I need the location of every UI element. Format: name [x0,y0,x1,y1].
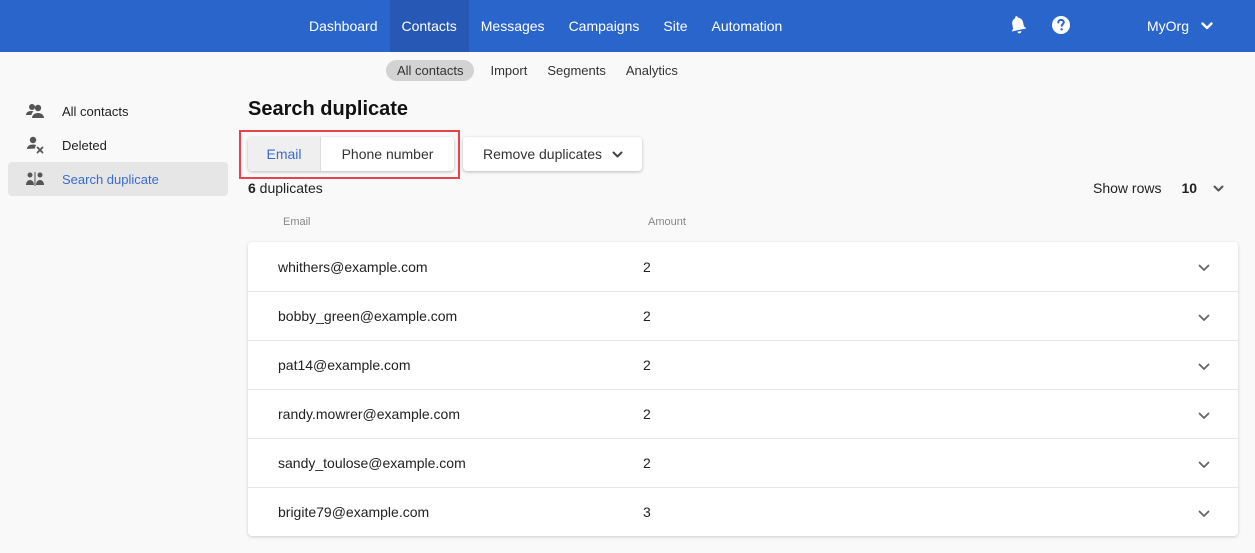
sidebar-item-label: Deleted [62,137,107,153]
nav-messages[interactable]: Messages [469,0,557,52]
bell-icon[interactable] [1008,15,1028,35]
nav-site[interactable]: Site [651,0,699,52]
row-amount: 2 [643,308,651,324]
row-amount: 2 [643,455,651,471]
duplicate-users-icon [25,170,45,188]
table-row[interactable]: randy.mowrer@example.com 2 [248,389,1238,438]
search-by-toggle: Email Phone number [248,137,454,171]
sidebar-item-deleted[interactable]: Deleted [8,128,228,162]
table-row[interactable]: whithers@example.com 2 [248,242,1238,291]
show-rows-select[interactable]: 10 [1181,180,1197,196]
email-toggle-button[interactable]: Email [248,137,321,171]
show-rows-label: Show rows [1093,180,1162,196]
duplicates-count: 6 duplicates [248,180,323,196]
sidebar-item-label: All contacts [62,103,129,119]
sidebar-item-search-duplicate[interactable]: Search duplicate [8,162,228,196]
phone-number-toggle-button[interactable]: Phone number [321,137,454,171]
row-amount: 2 [643,406,651,422]
chevron-down-icon[interactable] [1196,508,1212,520]
duplicates-count-number: 6 [248,180,256,196]
remove-duplicates-label: Remove duplicates [483,146,603,162]
row-email: brigite79@example.com [278,504,430,520]
table-row[interactable]: pat14@example.com 2 [248,340,1238,389]
show-rows-control: Show rows 10 [1093,180,1224,196]
chevron-down-icon[interactable] [1196,459,1212,471]
sidebar-item-all-contacts[interactable]: All contacts [8,94,228,128]
contacts-subnav: All contacts Import Segments Analytics [386,60,684,81]
subnav-all-contacts[interactable]: All contacts [386,60,475,81]
org-menu[interactable]: MyOrg [1147,0,1213,52]
table-row[interactable]: brigite79@example.com 3 [248,487,1238,536]
row-email: sandy_toulose@example.com [278,455,466,471]
page-title: Search duplicate [248,98,409,120]
row-email: randy.mowrer@example.com [278,406,461,422]
main-nav: Dashboard Contacts Messages Campaigns Si… [297,0,794,52]
help-icon[interactable] [1051,15,1071,35]
users-icon [25,102,45,120]
nav-automation[interactable]: Automation [700,0,795,52]
subnav-import[interactable]: Import [484,60,533,81]
top-navigation-bar: Dashboard Contacts Messages Campaigns Si… [0,0,1255,52]
nav-dashboard[interactable]: Dashboard [297,0,390,52]
org-label: MyOrg [1147,18,1189,34]
chevron-down-icon[interactable] [1196,312,1212,324]
chevron-down-icon[interactable] [1213,185,1224,192]
sidebar: All contacts Deleted Search duplicate [8,94,228,196]
table-row[interactable]: bobby_green@example.com 2 [248,291,1238,340]
column-header-amount: Amount [648,216,686,228]
user-deleted-icon [25,136,45,154]
row-amount: 2 [643,258,651,275]
column-header-email: Email [283,216,311,228]
chevron-down-icon[interactable] [1196,262,1212,274]
row-email: pat14@example.com [278,357,411,373]
row-amount: 3 [643,504,651,520]
chevron-down-icon[interactable] [1196,410,1212,422]
row-amount: 2 [643,357,651,373]
chevron-down-icon [1201,22,1213,30]
duplicates-count-label: duplicates [255,180,323,196]
nav-contacts[interactable]: Contacts [389,0,469,52]
sidebar-item-label: Search duplicate [62,171,159,187]
chevron-down-icon[interactable] [1196,361,1212,373]
subnav-segments[interactable]: Segments [541,60,612,81]
chevron-down-icon [612,151,623,158]
row-email: bobby_green@example.com [278,308,458,324]
duplicates-table: whithers@example.com 2 bobby_green@examp… [248,242,1238,536]
remove-duplicates-button[interactable]: Remove duplicates [463,137,642,171]
table-row[interactable]: sandy_toulose@example.com 2 [248,438,1238,487]
subnav-analytics[interactable]: Analytics [620,60,684,81]
row-email: whithers@example.com [278,258,428,275]
nav-campaigns[interactable]: Campaigns [557,0,652,52]
